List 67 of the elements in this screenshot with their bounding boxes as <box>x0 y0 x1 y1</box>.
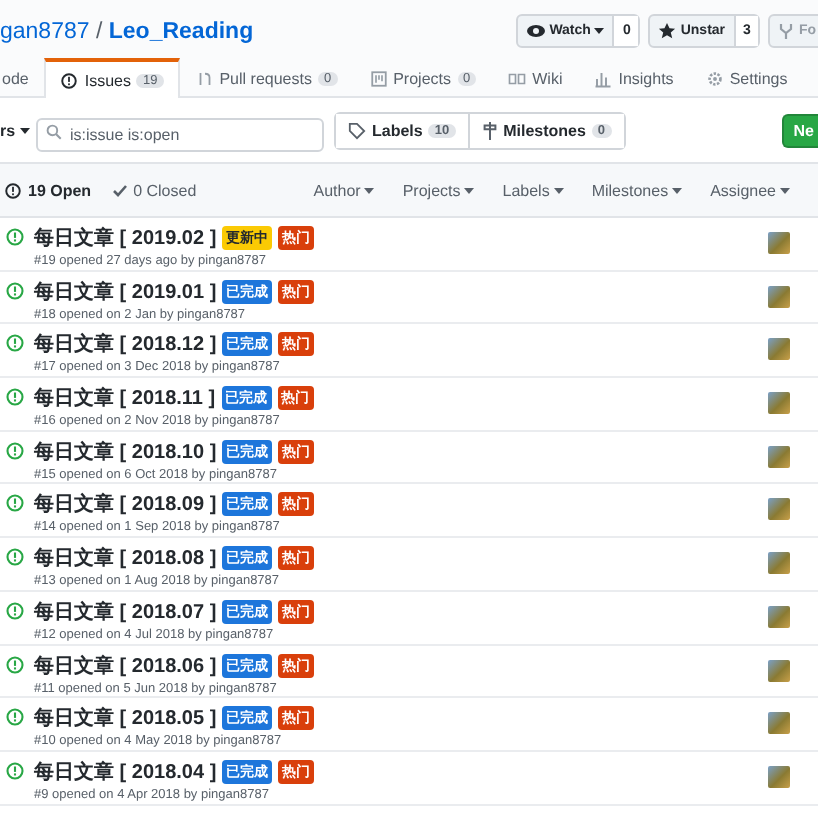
avatar-image[interactable] <box>768 392 790 415</box>
issue-title[interactable]: 每日文章 [ 2019.01 ] <box>34 277 217 306</box>
filter-dropdown[interactable]: Projects <box>402 181 475 199</box>
open-issue-icon <box>6 655 24 673</box>
issue-title[interactable]: 每日文章 [ 2018.07 ] <box>34 597 217 626</box>
open-issue-icon <box>6 601 24 620</box>
closed-filter[interactable]: 0 Closed <box>111 181 197 199</box>
open-issue-icon <box>6 334 24 353</box>
star-icon <box>658 22 677 40</box>
issue-title[interactable]: 每日文章 [ 2018.05 ] <box>34 704 217 733</box>
project-board-icon <box>369 70 388 88</box>
settings-icon <box>705 70 724 88</box>
open-filter[interactable]: 19 Open <box>4 181 92 199</box>
issue-title[interactable]: 每日文章 [ 2018.09 ] <box>34 490 217 519</box>
avatar-image[interactable] <box>768 445 790 468</box>
open-issue-icon <box>6 441 24 460</box>
issue-title[interactable]: 每日文章 [ 2018.11 ] <box>34 384 216 413</box>
caret-icon <box>553 187 564 193</box>
bar-graph-icon <box>594 70 613 88</box>
fork-icon <box>778 22 795 40</box>
open-issue-icon <box>6 494 24 513</box>
avatar-image[interactable] <box>768 338 790 361</box>
signpost-icon <box>481 122 498 140</box>
caret-icon <box>780 187 790 193</box>
issue-icon <box>60 71 79 89</box>
caret-icon <box>364 187 375 193</box>
filter-dropdown[interactable]: Assignee <box>710 181 790 199</box>
filter-dropdown[interactable]: Labels <box>502 181 564 199</box>
repository-path[interactable]: gan8787 / Leo_Reading <box>0 19 254 43</box>
issue-icon <box>4 181 22 199</box>
repository-tab[interactable]: Insights <box>578 58 690 98</box>
repository-tab[interactable]: Wiki <box>492 58 579 98</box>
avatar-image[interactable] <box>768 498 790 521</box>
issue-title[interactable]: 每日文章 [ 2018.04 ] <box>34 757 217 786</box>
filters-button[interactable]: rs <box>0 122 36 140</box>
filter-dropdown[interactable]: Author <box>313 181 375 199</box>
caret-icon <box>594 28 605 34</box>
open-issue-icon <box>6 228 24 246</box>
open-issue-icon <box>6 708 24 727</box>
caret-icon <box>464 187 475 193</box>
filter-dropdown[interactable]: Milestones <box>591 181 683 199</box>
caret-icon <box>672 187 683 193</box>
issue-title[interactable]: 每日文章 [ 2018.06 ] <box>34 651 217 679</box>
avatar-image[interactable] <box>768 552 790 575</box>
search-field[interactable]: is:issue is:open <box>36 118 324 152</box>
avatar-image[interactable] <box>768 605 790 628</box>
book-icon <box>508 70 527 88</box>
pull-request-icon <box>195 70 214 88</box>
open-issue-icon <box>6 281 24 300</box>
avatar-image[interactable] <box>768 285 790 308</box>
open-issue-icon <box>6 388 24 407</box>
repository-tab[interactable]: ode <box>0 58 45 98</box>
tag-icon <box>348 122 366 140</box>
issue-title[interactable]: 每日文章 [ 2019.02 ] <box>34 224 217 252</box>
check-icon <box>111 183 128 197</box>
avatar-image[interactable] <box>768 765 790 788</box>
avatar-image[interactable] <box>768 659 790 681</box>
avatar-image[interactable] <box>768 712 790 735</box>
search-icon <box>46 123 62 139</box>
repository-tab[interactable]: Settings <box>689 58 804 98</box>
caret-icon <box>19 128 30 134</box>
issue-title[interactable]: 每日文章 [ 2018.08 ] <box>34 544 217 573</box>
open-issue-icon <box>6 761 24 780</box>
issue-title[interactable]: 每日文章 [ 2018.12 ] <box>34 330 217 359</box>
open-issue-icon <box>6 548 24 567</box>
eye-icon <box>525 24 546 38</box>
issue-title[interactable]: 每日文章 [ 2018.10 ] <box>34 437 217 466</box>
